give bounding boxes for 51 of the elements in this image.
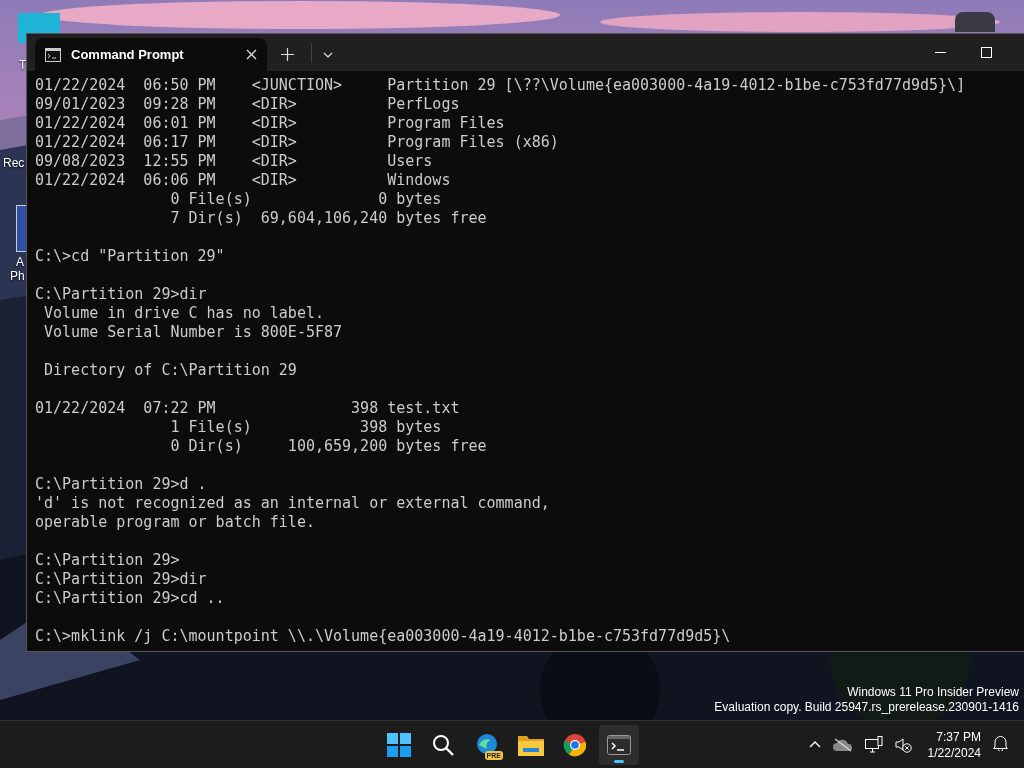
bell-icon[interactable]: [993, 734, 1008, 751]
terminal-line: 7 Dir(s) 69,604,106,240 bytes free: [169, 209, 488, 228]
terminal-line: Volume in drive C has no label.: [43, 304, 325, 323]
clock-date[interactable]: 1/22/2024: [927, 744, 981, 761]
terminal-line: 01/22/2024 06:17 PM <DIR> Program Files (x86): [35, 133, 560, 152]
terminal-line: C:\Partition 29>: [35, 551, 181, 570]
terminal-line: 1 File(s) 398 bytes: [169, 418, 443, 437]
terminal-line: 'd' is not recognized as an internal or external command,: [35, 494, 551, 513]
chevron-up-icon[interactable]: [808, 741, 821, 748]
tab[interactable]: Command Prompt: [35, 38, 267, 71]
terminal-icon: [607, 734, 631, 755]
terminal-line: C:\>mklink /j C:\mountpoint \\.\Volume{ea003000-4a19-4012-b1be-c753fd77d9d5}\: [35, 627, 732, 646]
icon-label: Ph: [10, 269, 25, 283]
browser-icon: [475, 732, 499, 757]
icon-label: A: [16, 255, 24, 269]
terminal-line: Directory of C:\Partition 29: [43, 361, 298, 380]
terminal-line: 01/22/2024 06:50 PM <JUNCTION> Partition 29 [\??\Volume{ea003000-4a19-4012-b1be-c753fd77d9d5}\]: [35, 76, 967, 95]
chevron-down-icon[interactable]: [323, 51, 333, 58]
terminal-line: 09/08/2023 12:55 PM <DIR> Users: [35, 152, 434, 171]
speaker-muted-icon[interactable]: [894, 736, 912, 753]
terminal-line: C:\Partition 29>cd ..: [35, 589, 226, 608]
terminal-line: 01/22/2024 06:06 PM <DIR> Windows: [35, 171, 452, 190]
terminal-line: Volume Serial Number is 800E-5F87: [43, 323, 344, 342]
terminal-line: 0 Dir(s) 100,659,200 bytes free: [169, 437, 488, 456]
watermark-text: Windows 11 Pro Insider Preview: [846, 685, 1019, 700]
close-icon[interactable]: [246, 49, 257, 60]
maximize-icon[interactable]: [980, 47, 992, 58]
watermark-text: Evaluation copy. Build 25947.rs_prerelease.230901-1416: [714, 700, 1019, 715]
taskbar-button[interactable]: [599, 724, 639, 765]
terminal-line: 01/22/2024 07:22 PM 398 test.txt: [35, 399, 461, 418]
terminal-line: C:\>cd "Partition 29": [35, 247, 226, 266]
cloud-icon[interactable]: [832, 737, 853, 752]
terminal-line: C:\Partition 29>dir: [35, 285, 208, 304]
browser-icon: [563, 732, 587, 757]
folder-icon: [518, 733, 544, 756]
terminal-line: 01/22/2024 06:01 PM <DIR> Program Files: [35, 114, 506, 133]
terminal-line: 0 File(s) 0 bytes: [169, 190, 443, 209]
icon-label: Rec: [3, 156, 25, 170]
search-icon: [432, 733, 454, 756]
terminal-icon: [45, 47, 61, 62]
terminal-line: operable program or batch file.: [35, 513, 316, 532]
network-icon[interactable]: [864, 736, 883, 753]
minimize-icon[interactable]: [934, 52, 946, 53]
icon-label: T: [19, 58, 27, 72]
add-tab-icon[interactable]: [280, 48, 294, 61]
terminal-line: C:\Partition 29>d .: [35, 475, 208, 494]
clock-time[interactable]: 7:37 PM: [936, 728, 981, 745]
terminal-line: C:\Partition 29>dir: [35, 570, 208, 589]
tab-title: Command Prompt: [71, 47, 185, 62]
windows-logo-icon: [387, 732, 411, 757]
terminal-line: 09/01/2023 09:28 PM <DIR> PerfLogs: [35, 95, 461, 114]
